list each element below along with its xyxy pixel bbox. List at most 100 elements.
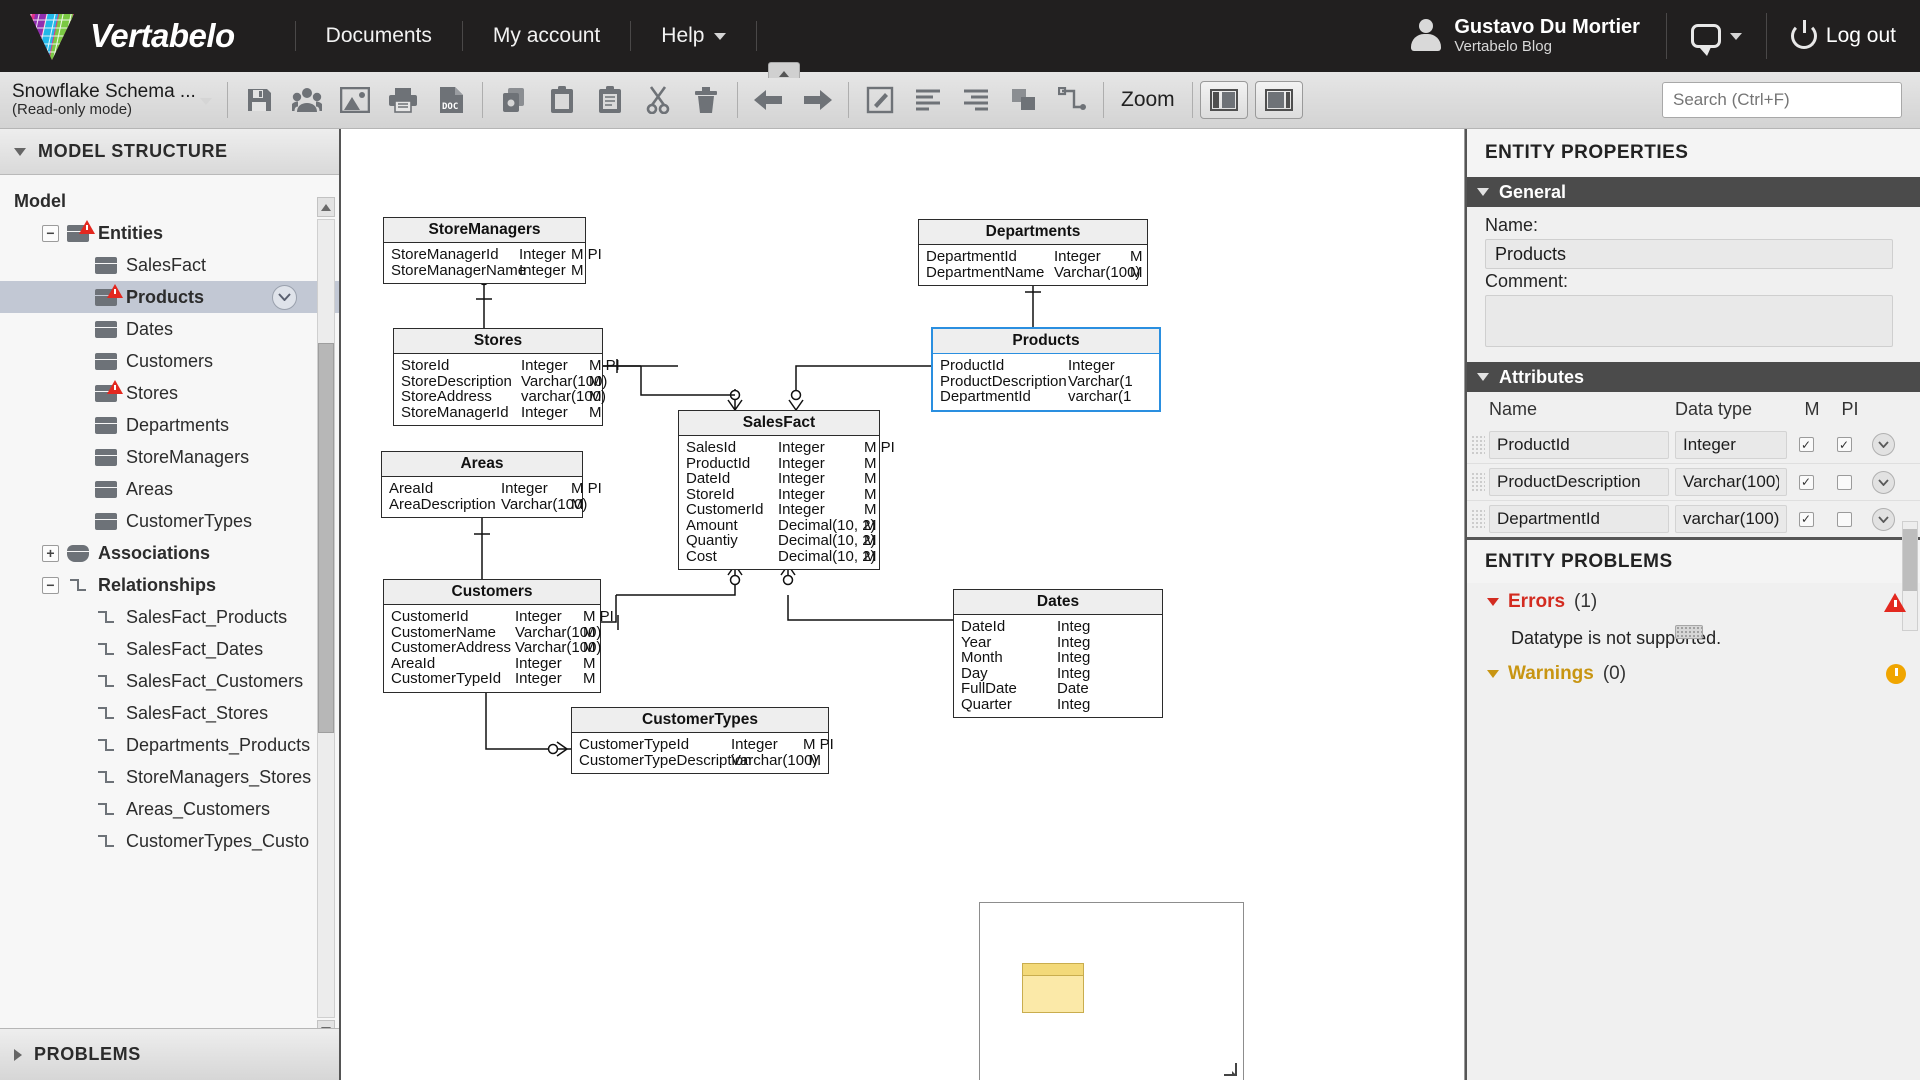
entity-products[interactable]: Products ProductId Integer ProductDescripti… — [931, 327, 1161, 412]
brand-logo[interactable]: Vertabelo — [0, 10, 235, 62]
model-tree[interactable]: Model − Entities SalesFact Products Dates Cust… — [0, 175, 339, 1028]
tree-item-associations[interactable]: + Associations — [0, 537, 339, 569]
attribute-menu-button[interactable] — [1871, 470, 1895, 494]
tree-item-areas-customers[interactable]: Areas_Customers — [0, 793, 339, 825]
attribute-name-input[interactable] — [1489, 505, 1669, 533]
tree-item-menu-button[interactable] — [272, 284, 297, 310]
entity-dates[interactable]: Dates DateId Integ Year Integ Month Integ Day In… — [953, 589, 1163, 718]
attribute-name-input[interactable] — [1489, 430, 1669, 459]
tree-item-customertypes[interactable]: CustomerTypes — [0, 505, 339, 537]
tree-item-salesfact-stores[interactable]: SalesFact_Stores — [0, 697, 339, 729]
attribute-row[interactable]: ✓ — [1467, 500, 1920, 537]
attribute-row[interactable]: ✓ — [1467, 463, 1920, 500]
toggle-right-panel-button[interactable] — [1254, 81, 1303, 119]
undo-button[interactable] — [745, 78, 793, 122]
attribute-name-input[interactable] — [1489, 468, 1669, 496]
tree-item-salesfact-products[interactable]: SalesFact_Products — [0, 601, 339, 633]
canvas-minimap[interactable] — [979, 902, 1244, 1080]
tree-item-areas[interactable]: Areas — [0, 473, 339, 505]
general-section-header[interactable]: General — [1467, 177, 1920, 207]
attributes-scrollbar-thumb[interactable] — [1903, 529, 1917, 591]
tree-scroll-down-button[interactable] — [317, 1020, 335, 1028]
attribute-menu-button[interactable] — [1871, 507, 1895, 531]
export-image-button[interactable] — [331, 78, 379, 122]
logout-button[interactable]: Log out — [1767, 13, 1920, 59]
attribute-menu-button[interactable] — [1871, 433, 1895, 456]
tree-item-model[interactable]: Model — [0, 185, 339, 217]
primary-identifier-checkbox[interactable] — [1836, 511, 1852, 527]
primary-identifier-checkbox[interactable]: ✓ — [1836, 437, 1852, 452]
tree-item-stores[interactable]: Stores — [0, 377, 339, 409]
entity-name-input[interactable] — [1485, 239, 1893, 269]
tree-scroll-up-button[interactable] — [317, 197, 335, 217]
attribute-row[interactable]: ✓✓ — [1467, 426, 1920, 463]
tree-item-entities[interactable]: − Entities — [0, 217, 339, 249]
cut-button[interactable] — [634, 78, 682, 122]
entity-comment-input[interactable] — [1485, 295, 1893, 347]
drag-handle-icon[interactable] — [1471, 509, 1485, 529]
primary-identifier-checkbox[interactable] — [1836, 474, 1852, 490]
attribute-type-input[interactable] — [1675, 430, 1787, 459]
minimap-resize-handle[interactable] — [1222, 1061, 1240, 1079]
diagram-canvas[interactable]: StoreManagers StoreManagerId Integer M PI St… — [341, 129, 1465, 1080]
duplicate-button[interactable] — [586, 78, 634, 122]
canvas-scroll-nub[interactable] — [768, 62, 800, 78]
export-doc-button[interactable]: DOC — [427, 78, 475, 122]
entity-salesfact[interactable]: SalesFact SalesId Integer M PI ProductId Inte… — [678, 410, 895, 570]
nav-documents[interactable]: Documents — [294, 21, 463, 51]
paste-button[interactable] — [538, 78, 586, 122]
tree-expander[interactable]: + — [42, 544, 59, 562]
delete-button[interactable] — [682, 78, 730, 122]
tree-item-relationships[interactable]: − Relationships — [0, 569, 339, 601]
save-button[interactable] — [235, 78, 283, 122]
mandatory-checkbox[interactable]: ✓ — [1798, 437, 1814, 452]
errors-row[interactable]: Errors (1) — [1467, 583, 1920, 621]
print-button[interactable] — [379, 78, 427, 122]
mandatory-checkbox[interactable]: ✓ — [1798, 511, 1814, 527]
model-structure-header[interactable]: MODEL STRUCTURE — [0, 129, 339, 175]
mandatory-checkbox[interactable]: ✓ — [1798, 474, 1814, 490]
toggle-left-panel-button[interactable] — [1199, 81, 1248, 119]
document-menu-chevron-icon[interactable] — [200, 98, 212, 105]
align-right-button[interactable] — [952, 78, 1000, 122]
attribute-type-input[interactable] — [1675, 468, 1787, 496]
arrange-layers-button[interactable] — [1000, 78, 1048, 122]
problems-panel-toggle[interactable]: PROBLEMS — [0, 1028, 339, 1080]
nav-my-account[interactable]: My account — [463, 21, 632, 51]
tree-item-dates[interactable]: Dates — [0, 313, 339, 345]
user-account[interactable]: Gustavo Du Mortier Vertabelo Blog — [1400, 13, 1667, 59]
tree-expander[interactable]: − — [42, 224, 59, 242]
drag-handle-icon[interactable] — [1471, 434, 1485, 455]
entity-stores[interactable]: Stores StoreId Integer M PI StoreDescription… — [393, 328, 620, 426]
tree-item-salesfact[interactable]: SalesFact — [0, 249, 339, 281]
entity-departments[interactable]: Departments DepartmentId Integer M Departmen… — [918, 219, 1148, 286]
warnings-row[interactable]: Warnings (0) — [1467, 655, 1920, 693]
tree-item-salesfact-customers[interactable]: SalesFact_Customers — [0, 665, 339, 697]
redo-button[interactable] — [793, 78, 841, 122]
entity-customers[interactable]: Customers CustomerId Integer M PI CustomerNa… — [383, 579, 614, 693]
share-button[interactable] — [283, 78, 331, 122]
tree-item-departments[interactable]: Departments — [0, 409, 339, 441]
entity-areas[interactable]: Areas AreaId Integer M PI AreaDescription Var… — [381, 451, 602, 518]
copy-button[interactable] — [490, 78, 538, 122]
drag-handle-icon[interactable] — [1471, 472, 1485, 492]
tree-item-storemanagers[interactable]: StoreManagers — [0, 441, 339, 473]
tree-item-customers[interactable]: Customers — [0, 345, 339, 377]
tree-expander[interactable]: − — [42, 576, 59, 594]
tree-scrollbar-thumb[interactable] — [318, 343, 334, 733]
nav-help[interactable]: Help — [631, 21, 758, 51]
tree-item-departments-products[interactable]: Departments_Products — [0, 729, 339, 761]
attributes-section-header[interactable]: Attributes — [1467, 362, 1920, 392]
zoom-control[interactable]: Zoom — [1111, 88, 1185, 112]
search-input[interactable] — [1662, 82, 1902, 118]
tree-item-customertypes-custo[interactable]: CustomerTypes_Custo — [0, 825, 339, 857]
tree-item-salesfact-dates[interactable]: SalesFact_Dates — [0, 633, 339, 665]
panel-resize-handle[interactable] — [1675, 625, 1703, 639]
tree-item-products[interactable]: Products — [0, 281, 339, 313]
entity-storemanagers[interactable]: StoreManagers StoreManagerId Integer M PI St… — [383, 217, 602, 284]
chat-button[interactable] — [1667, 13, 1767, 59]
entity-customertypes[interactable]: CustomerTypes CustomerTypeId Integer M PI Cu… — [571, 707, 834, 774]
attribute-type-input[interactable] — [1675, 505, 1787, 533]
document-title-block[interactable]: Snowflake Schema ... (Read-only mode) — [0, 81, 220, 119]
tree-item-storemanagers-stores[interactable]: StoreManagers_Stores — [0, 761, 339, 793]
